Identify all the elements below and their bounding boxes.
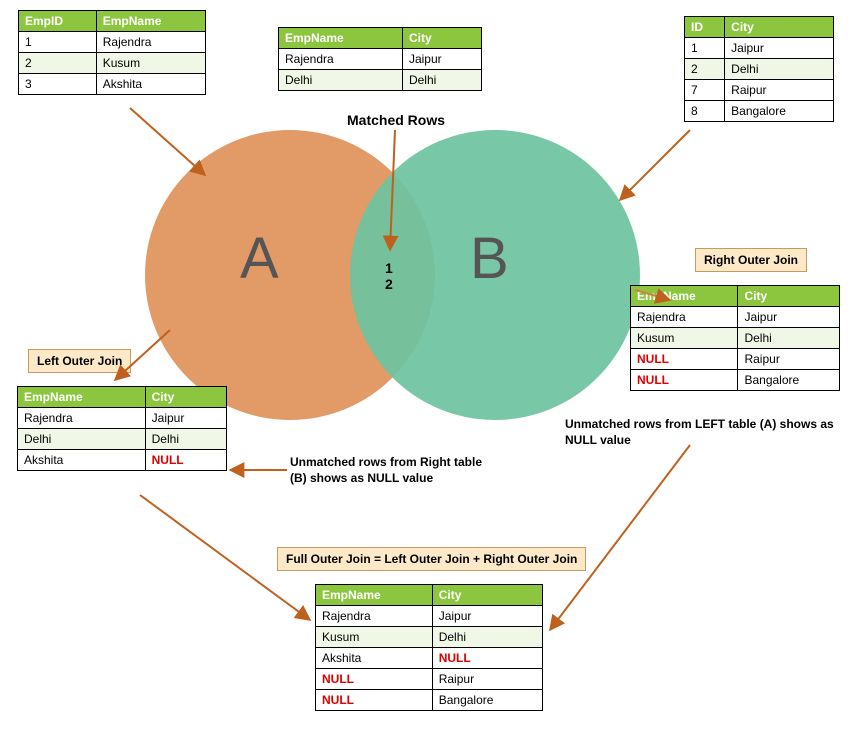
table-cell: 1 (685, 38, 725, 59)
table-cell: 3 (19, 74, 97, 95)
table-cell: NULL (631, 349, 738, 370)
table-row: 2Delhi (685, 59, 834, 80)
right-null-caption: Unmatched rows from LEFT table (A) shows… (565, 417, 835, 448)
table-cell: Rajendra (96, 32, 205, 53)
table-row: 2Kusum (19, 53, 206, 74)
col-header: City (432, 585, 542, 606)
table-a: EmpID EmpName 1Rajendra2Kusum3Akshita (18, 10, 206, 95)
table-cell: Delhi (738, 328, 840, 349)
table-row: NULLRaipur (631, 349, 840, 370)
table-row: RajendraJaipur (631, 307, 840, 328)
left-outer-join-badge: Left Outer Join (28, 349, 131, 373)
table-row: RajendraJaipur (279, 49, 482, 70)
table-cell: 2 (19, 53, 97, 74)
table-row: NULLRaipur (316, 669, 543, 690)
col-header: EmpName (631, 286, 738, 307)
table-row: NULLBangalore (316, 690, 543, 711)
col-header: EmpID (19, 11, 97, 32)
col-header: EmpName (96, 11, 205, 32)
table-left-outer: EmpName City RajendraJaipurDelhiDelhiAks… (17, 386, 227, 471)
col-header: City (145, 387, 226, 408)
table-row: AkshitaNULL (316, 648, 543, 669)
table-row: KusumDelhi (316, 627, 543, 648)
table-full-outer: EmpName City RajendraJaipurKusumDelhiAks… (315, 584, 543, 711)
full-outer-join-badge: Full Outer Join = Left Outer Join + Righ… (277, 547, 586, 571)
table-cell: Delhi (279, 70, 403, 91)
table-cell: Jaipur (402, 49, 481, 70)
table-cell: NULL (145, 450, 226, 471)
table-cell: Delhi (432, 627, 542, 648)
col-header: City (402, 28, 481, 49)
table-cell: Delhi (145, 429, 226, 450)
table-matched: EmpName City RajendraJaipurDelhiDelhi (278, 27, 482, 91)
table-row: AkshitaNULL (18, 450, 227, 471)
col-header: EmpName (316, 585, 433, 606)
table-cell: Akshita (316, 648, 433, 669)
table-row: 3Akshita (19, 74, 206, 95)
table-cell: Akshita (18, 450, 146, 471)
table-cell: Bangalore (738, 370, 840, 391)
table-cell: NULL (631, 370, 738, 391)
table-cell: 2 (685, 59, 725, 80)
table-right-outer: EmpName City RajendraJaipurKusumDelhiNUL… (630, 285, 840, 391)
diagram-canvas: A B 1 2 Matched Rows Left Outer Join Rig… (0, 0, 857, 731)
venn-label-a: A (240, 225, 279, 292)
table-row: DelhiDelhi (279, 70, 482, 91)
table-cell: NULL (432, 648, 542, 669)
table-row: 8Bangalore (685, 101, 834, 122)
left-null-caption: Unmatched rows from Right table (B) show… (290, 455, 500, 486)
table-cell: Delhi (18, 429, 146, 450)
table-row: RajendraJaipur (18, 408, 227, 429)
arrow-b-to-venn (620, 130, 690, 200)
col-header: City (738, 286, 840, 307)
venn-intersection: 1 2 (385, 260, 393, 292)
table-cell: Kusum (631, 328, 738, 349)
table-cell: Delhi (402, 70, 481, 91)
table-b: ID City 1Jaipur2Delhi7Raipur8Bangalore (684, 16, 834, 122)
table-cell: Rajendra (316, 606, 433, 627)
table-row: 7Raipur (685, 80, 834, 101)
venn-id-2: 2 (385, 276, 393, 292)
right-outer-join-badge: Right Outer Join (695, 248, 807, 272)
table-cell: Jaipur (145, 408, 226, 429)
table-cell: Bangalore (725, 101, 834, 122)
table-row: RajendraJaipur (316, 606, 543, 627)
table-cell: NULL (316, 690, 433, 711)
table-row: NULLBangalore (631, 370, 840, 391)
table-cell: NULL (316, 669, 433, 690)
table-cell: Bangalore (432, 690, 542, 711)
table-cell: Rajendra (279, 49, 403, 70)
table-cell: Raipur (432, 669, 542, 690)
table-cell: Jaipur (432, 606, 542, 627)
table-cell: 7 (685, 80, 725, 101)
table-cell: Rajendra (18, 408, 146, 429)
col-header: EmpName (279, 28, 403, 49)
table-row: 1Jaipur (685, 38, 834, 59)
venn-label-b: B (470, 225, 509, 292)
table-cell: Jaipur (725, 38, 834, 59)
table-row: DelhiDelhi (18, 429, 227, 450)
table-cell: 8 (685, 101, 725, 122)
col-header: City (725, 17, 834, 38)
table-row: 1Rajendra (19, 32, 206, 53)
table-cell: Delhi (725, 59, 834, 80)
table-cell: Raipur (738, 349, 840, 370)
table-row: KusumDelhi (631, 328, 840, 349)
table-cell: Jaipur (738, 307, 840, 328)
table-cell: Rajendra (631, 307, 738, 328)
matched-rows-label: Matched Rows (347, 112, 445, 128)
venn-id-1: 1 (385, 260, 393, 276)
table-cell: Raipur (725, 80, 834, 101)
table-cell: Kusum (316, 627, 433, 648)
col-header: EmpName (18, 387, 146, 408)
arrow-right-to-full (550, 445, 690, 630)
table-cell: Kusum (96, 53, 205, 74)
table-cell: Akshita (96, 74, 205, 95)
table-cell: 1 (19, 32, 97, 53)
col-header: ID (685, 17, 725, 38)
